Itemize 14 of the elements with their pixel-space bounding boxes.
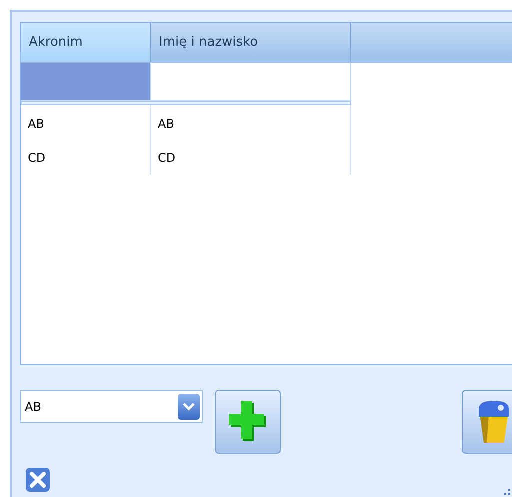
- close-icon[interactable]: [25, 467, 51, 493]
- column-header[interactable]: Imię i nazwisko: [151, 23, 351, 62]
- filter-cell[interactable]: [151, 63, 351, 101]
- trash-bin-icon: [477, 399, 511, 445]
- table-cell: AB: [21, 107, 151, 141]
- filter-cell[interactable]: [21, 63, 151, 101]
- table-cell: AB: [151, 107, 351, 141]
- add-button[interactable]: [215, 390, 281, 454]
- table-cell: CD: [151, 141, 351, 175]
- plus-icon: [229, 401, 267, 443]
- combo-box[interactable]: AB: [20, 390, 203, 423]
- delete-button[interactable]: [462, 390, 512, 454]
- column-header[interactable]: Akronim: [21, 23, 151, 62]
- table-cell: CD: [21, 141, 151, 175]
